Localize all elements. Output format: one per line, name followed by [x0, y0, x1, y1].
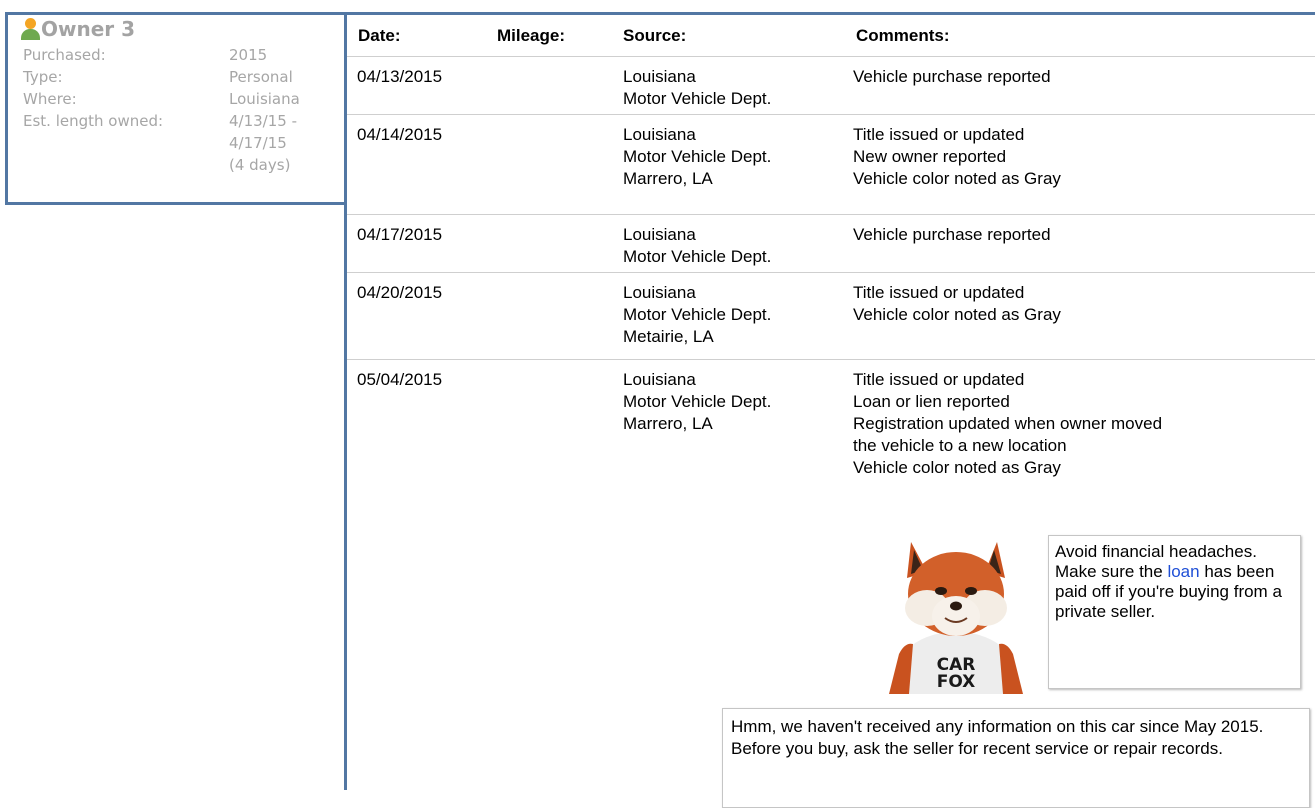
row-source: Louisiana Motor Vehicle Dept. Marrero, L…: [623, 124, 771, 190]
row-source: Louisiana Motor Vehicle Dept. Metairie, …: [623, 282, 771, 348]
comment-line: New owner reported: [853, 147, 1007, 166]
source-line: Motor Vehicle Dept.: [623, 392, 772, 411]
row-source: Louisiana Motor Vehicle Dept.: [623, 224, 771, 268]
source-line: Motor Vehicle Dept.: [623, 147, 772, 166]
row-source: Louisiana Motor Vehicle Dept. Marrero, L…: [623, 369, 771, 435]
type-value: Personal: [229, 68, 293, 86]
source-line: Louisiana: [623, 283, 696, 302]
table-row: 04/14/2015 Louisiana Motor Vehicle Dept.…: [347, 115, 1315, 215]
carfox-mascot-image: CAR FOX: [889, 542, 1023, 694]
source-line: Motor Vehicle Dept.: [623, 247, 772, 266]
history-table: Date: Mileage: Source: Comments: 04/13/2…: [347, 15, 1315, 500]
row-comments: Title issued or updated Vehicle color no…: [853, 282, 1061, 326]
table-row: 04/17/2015 Louisiana Motor Vehicle Dept.…: [347, 215, 1315, 273]
table-row: 05/04/2015 Louisiana Motor Vehicle Dept.…: [347, 360, 1315, 500]
comment-line: the vehicle to a new location: [853, 436, 1067, 455]
length-owned-line-3: (4 days): [229, 156, 291, 174]
table-row: 04/13/2015 Louisiana Motor Vehicle Dept.…: [347, 57, 1315, 115]
purchased-label: Purchased:: [23, 46, 106, 64]
length-owned-line-2: 4/17/15: [229, 134, 287, 152]
header-mileage: Mileage:: [497, 26, 566, 45]
length-owned-label: Est. length owned:: [23, 112, 164, 130]
row-date: 05/04/2015: [357, 370, 443, 389]
source-line: Marrero, LA: [623, 414, 713, 433]
row-date: 04/17/2015: [357, 225, 443, 244]
owner-header: Owner 3: [21, 17, 135, 41]
comment-line: Vehicle color noted as Gray: [853, 169, 1061, 188]
source-line: Louisiana: [623, 370, 696, 389]
source-line: Marrero, LA: [623, 169, 713, 188]
table-header: Date: Mileage: Source: Comments:: [347, 15, 1315, 57]
comment-line: Title issued or updated: [853, 125, 1025, 144]
no-recent-info-box: Hmm, we haven't received any information…: [722, 708, 1310, 808]
header-source: Source:: [623, 26, 687, 45]
source-line: Louisiana: [623, 67, 696, 86]
loan-link[interactable]: loan: [1167, 562, 1199, 581]
fox-shirt-text-2: FOX: [937, 672, 976, 692]
comment-line: Title issued or updated: [853, 283, 1025, 302]
source-line: Motor Vehicle Dept.: [623, 89, 772, 108]
type-label: Type:: [23, 68, 63, 86]
source-line: Louisiana: [623, 225, 696, 244]
comment-line: Vehicle color noted as Gray: [853, 305, 1061, 324]
source-line: Metairie, LA: [623, 327, 714, 346]
financial-tip-box: Avoid financial headaches. Make sure the…: [1048, 535, 1301, 689]
row-comments: Title issued or updated New owner report…: [853, 124, 1061, 190]
where-value: Louisiana: [229, 90, 300, 108]
info-text: Hmm, we haven't received any information…: [731, 717, 1264, 758]
comment-line: Vehicle color noted as Gray: [853, 458, 1061, 477]
row-date: 04/13/2015: [357, 67, 443, 86]
comment-line: Title issued or updated: [853, 370, 1025, 389]
row-date: 04/20/2015: [357, 283, 443, 302]
row-source: Louisiana Motor Vehicle Dept.: [623, 66, 771, 110]
owner-card: Owner 3 Purchased: 2015 Type: Personal W…: [5, 12, 344, 205]
row-date: 04/14/2015: [357, 125, 443, 144]
purchased-value: 2015: [229, 46, 268, 64]
comment-line: Vehicle purchase reported: [853, 67, 1051, 86]
length-owned-line-1: 4/13/15 -: [229, 112, 298, 130]
where-label: Where:: [23, 90, 77, 108]
comment-line: Loan or lien reported: [853, 392, 1010, 411]
person-icon: [21, 18, 40, 40]
row-comments: Title issued or updated Loan or lien rep…: [853, 369, 1162, 479]
header-date: Date:: [358, 26, 401, 45]
comment-line: Registration updated when owner moved: [853, 414, 1163, 433]
row-comments: Vehicle purchase reported: [853, 66, 1051, 88]
comment-line: Vehicle purchase reported: [853, 225, 1051, 244]
source-line: Louisiana: [623, 125, 696, 144]
owner-title: Owner 3: [41, 17, 136, 41]
source-line: Motor Vehicle Dept.: [623, 305, 772, 324]
row-comments: Vehicle purchase reported: [853, 224, 1051, 246]
table-row: 04/20/2015 Louisiana Motor Vehicle Dept.…: [347, 273, 1315, 360]
header-comments: Comments:: [856, 26, 950, 45]
